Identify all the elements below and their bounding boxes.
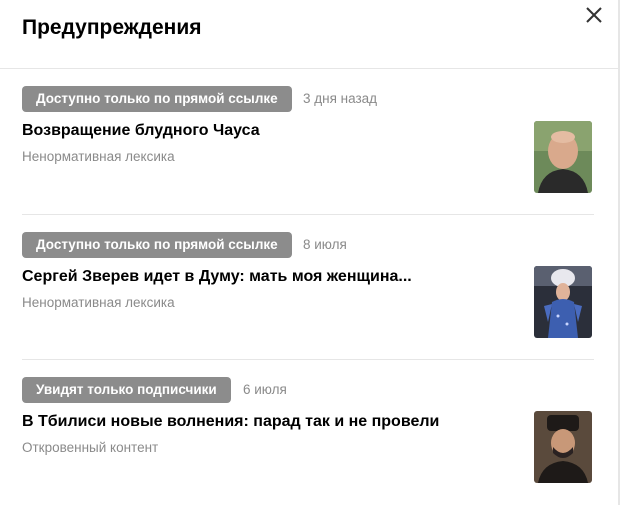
warning-item: Доступно только по прямой ссылке 8 июля … xyxy=(0,214,620,360)
warning-date: 8 июля xyxy=(303,237,347,252)
page-title: Предупреждения xyxy=(22,16,202,39)
warning-reason: Откровенный контент xyxy=(22,440,159,455)
performer-costume-portrait-image xyxy=(534,266,592,338)
dialog-header: Предупреждения xyxy=(0,0,620,69)
warning-date: 6 июля xyxy=(243,382,287,397)
warning-item: Доступно только по прямой ссылке 3 дня н… xyxy=(0,68,620,214)
warning-date: 3 дня назад xyxy=(303,91,378,106)
man-bald-portrait-image xyxy=(534,121,592,193)
warning-item: Увидят только подписчики 6 июля В Тбилис… xyxy=(0,359,620,505)
article-thumbnail[interactable] xyxy=(534,121,592,193)
article-title[interactable]: Возвращение блудного Чауса xyxy=(22,122,260,140)
warning-reason: Ненормативная лексика xyxy=(22,295,175,310)
visibility-badge: Увидят только подписчики xyxy=(22,377,231,403)
article-thumbnail[interactable] xyxy=(534,266,592,338)
article-title[interactable]: Сергей Зверев идет в Думу: мать моя женщ… xyxy=(22,268,412,286)
article-thumbnail[interactable] xyxy=(534,411,592,483)
visibility-badge: Доступно только по прямой ссылке xyxy=(22,232,292,258)
warning-reason: Ненормативная лексика xyxy=(22,149,175,164)
close-icon[interactable] xyxy=(584,5,604,25)
visibility-badge: Доступно только по прямой ссылке xyxy=(22,86,292,112)
man-papakha-portrait-image xyxy=(534,411,592,483)
article-title[interactable]: В Тбилиси новые волнения: парад так и не… xyxy=(22,413,439,431)
